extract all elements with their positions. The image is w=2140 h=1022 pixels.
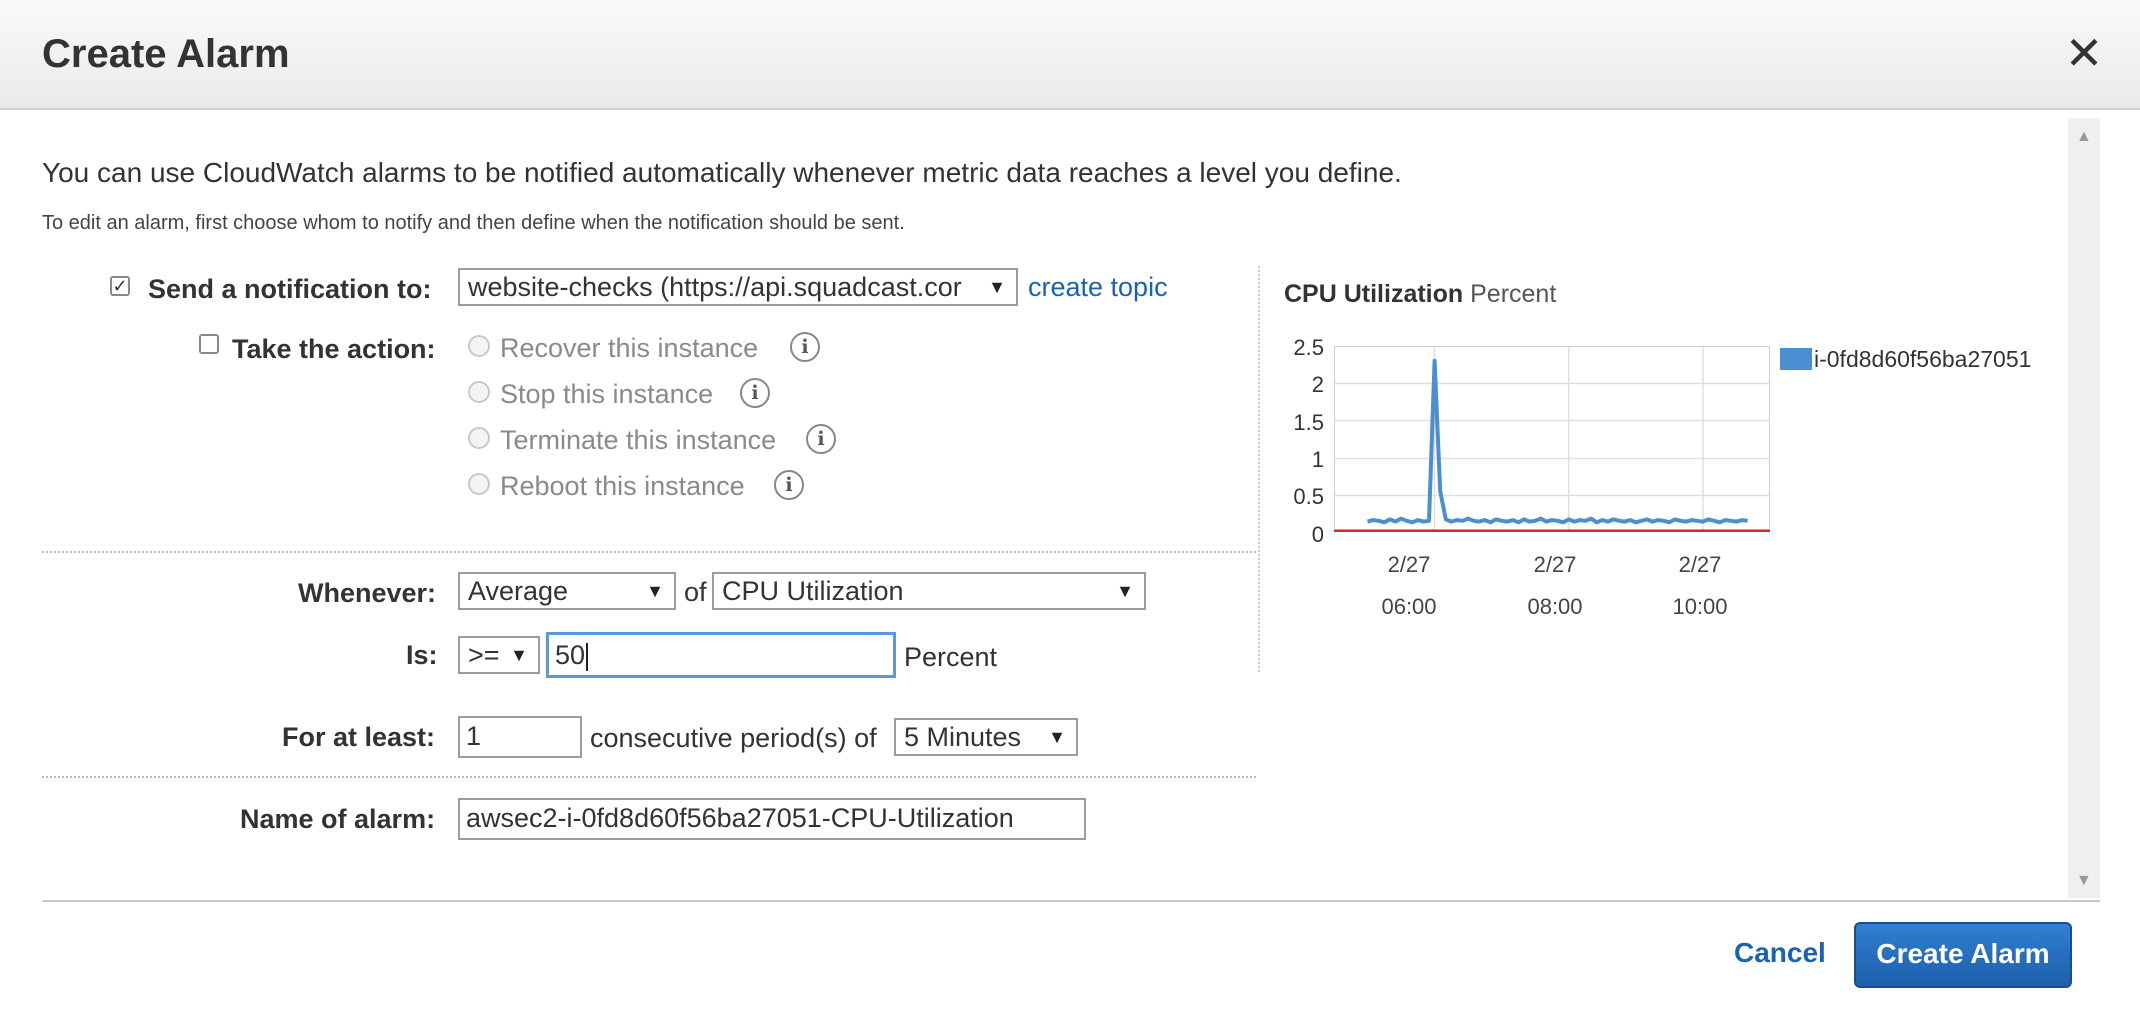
legend-swatch — [1780, 348, 1812, 370]
subtitle-text: To edit an alarm, first choose whom to n… — [42, 212, 905, 234]
scroll-up-icon[interactable]: ▲ — [2076, 128, 2092, 146]
alarm-name-label: Name of alarm: — [240, 804, 436, 834]
chart-grid — [1334, 346, 1770, 532]
threshold-unit: Percent — [904, 642, 998, 672]
x-tick-time: 10:00 — [1672, 594, 1728, 619]
take-action-label: Take the action: — [232, 334, 436, 364]
close-icon[interactable]: ✕ — [2064, 30, 2104, 76]
legend-label: i-0fd8d60f56ba27051 — [1814, 346, 2032, 372]
cpu-chart — [1334, 346, 1770, 532]
section-divider — [42, 776, 1256, 778]
send-notification-checkbox[interactable]: ✓ — [110, 276, 130, 296]
periods-input[interactable]: 1 — [458, 716, 582, 758]
topic-select-value: website-checks (https://api.squadcast.co… — [468, 272, 962, 302]
series-line — [1366, 358, 1748, 525]
x-tick-date: 2/27 — [1533, 552, 1577, 577]
chevron-down-icon: ▼ — [646, 581, 664, 601]
is-label: Is: — [406, 640, 438, 670]
recover-instance-radio[interactable] — [468, 335, 490, 357]
send-notification-label: Send a notification to: — [148, 274, 432, 304]
reboot-instance-label: Reboot this instance — [500, 471, 745, 501]
chevron-down-icon: ▼ — [988, 277, 1006, 297]
whenever-label: Whenever: — [298, 578, 437, 608]
x-tick-time: 06:00 — [1381, 594, 1437, 619]
operator-select[interactable]: >= ▼ — [458, 636, 540, 674]
reboot-instance-radio[interactable] — [468, 473, 490, 495]
stop-instance-label: Stop this instance — [500, 379, 714, 409]
section-divider — [42, 551, 1256, 553]
recover-info-icon[interactable]: i — [790, 332, 820, 362]
period-select-value: 5 Minutes — [904, 722, 1022, 752]
scroll-down-icon[interactable]: ▼ — [2076, 872, 2092, 890]
recover-instance-label: Recover this instance — [500, 333, 759, 363]
for-at-least-label: For at least: — [282, 722, 436, 752]
y-tick: 0 — [1311, 522, 1324, 547]
alarm-name-value: awsec2-i-0fd8d60f56ba27051-CPU-Utilizati… — [466, 803, 1014, 833]
operator-select-value: >= — [468, 640, 500, 670]
cancel-button[interactable]: Cancel — [1734, 937, 1826, 969]
stop-info-icon[interactable]: i — [740, 378, 770, 408]
y-tick: 1.5 — [1293, 410, 1324, 435]
topic-select[interactable]: website-checks (https://api.squadcast.co… — [458, 268, 1018, 306]
chart-title-text: CPU Utilization — [1284, 280, 1464, 308]
threshold-input[interactable]: 50 — [546, 632, 896, 678]
statistic-select-value: Average — [468, 576, 569, 606]
chevron-down-icon: ▼ — [1116, 581, 1134, 601]
terminate-instance-radio[interactable] — [468, 427, 490, 449]
stop-instance-radio[interactable] — [468, 381, 490, 403]
chevron-down-icon: ▼ — [1048, 727, 1066, 747]
chevron-down-icon: ▼ — [510, 645, 528, 665]
metric-select-value: CPU Utilization — [722, 576, 904, 606]
periods-text: consecutive period(s) of — [590, 723, 877, 753]
y-tick: 1 — [1311, 447, 1324, 472]
dialog-title: Create Alarm — [42, 32, 290, 76]
y-tick: 2 — [1311, 372, 1324, 397]
of-label: of — [684, 577, 707, 607]
alarm-name-input[interactable]: awsec2-i-0fd8d60f56ba27051-CPU-Utilizati… — [458, 798, 1086, 840]
chart-frame — [1334, 346, 1770, 532]
text-caret — [586, 642, 589, 671]
vertical-divider — [1258, 266, 1260, 672]
reboot-info-icon[interactable]: i — [774, 470, 804, 500]
metric-select[interactable]: CPU Utilization ▼ — [712, 572, 1146, 610]
periods-value: 1 — [466, 721, 482, 751]
chart-title: CPU Utilization Percent — [1284, 280, 1556, 309]
terminate-info-icon[interactable]: i — [806, 424, 836, 454]
dialog-header: Create Alarm ✕ — [0, 0, 2140, 110]
statistic-select[interactable]: Average ▼ — [458, 572, 676, 610]
intro-text: You can use CloudWatch alarms to be noti… — [42, 157, 1402, 188]
scrollbar[interactable] — [2068, 118, 2100, 898]
x-tick-date: 2/27 — [1678, 552, 1722, 577]
y-tick: 0.5 — [1293, 484, 1324, 509]
terminate-instance-label: Terminate this instance — [500, 425, 777, 455]
x-tick-time: 08:00 — [1527, 594, 1583, 619]
chart-unit: Percent — [1470, 280, 1557, 308]
take-action-checkbox[interactable] — [199, 334, 219, 354]
period-select[interactable]: 5 Minutes ▼ — [894, 718, 1078, 756]
y-tick: 2.5 — [1293, 335, 1324, 360]
create-alarm-button[interactable]: Create Alarm — [1854, 922, 2072, 988]
threshold-value: 50 — [555, 640, 586, 670]
x-tick-date: 2/27 — [1387, 552, 1431, 577]
create-topic-link[interactable]: create topic — [1028, 272, 1168, 303]
footer-divider — [42, 900, 2100, 902]
